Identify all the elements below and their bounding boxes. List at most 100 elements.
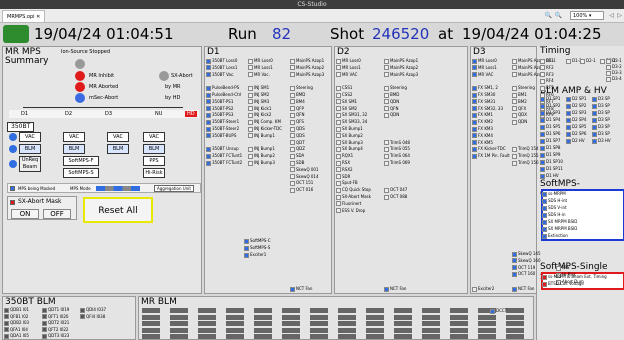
status-item[interactable]: QDN (384, 99, 424, 105)
status-item[interactable]: D1 SP4 (540, 117, 564, 123)
status-item[interactable]: SX SM33, 34 (336, 119, 382, 125)
status-item[interactable]: PulseBend-Ctrl (206, 92, 246, 98)
status-item[interactable]: INJ Bump1 (248, 146, 288, 152)
status-item[interactable]: INJ Bump1 (248, 133, 288, 139)
status-item[interactable]: MainPS Azop1 (512, 58, 542, 64)
status-item[interactable]: INJ Kicker-TDC (248, 126, 288, 132)
status-item[interactable]: QFN (384, 106, 424, 112)
nav-back-icon[interactable]: ◁ (609, 12, 614, 20)
status-item[interactable]: QDI4 I037 (80, 307, 110, 313)
status-item[interactable]: 350BT-Steer1 (206, 119, 246, 125)
status-item[interactable]: MR Loss0 (248, 58, 288, 64)
status-item[interactable]: D1 SP11 (540, 166, 564, 172)
status-item[interactable]: INJ SM1 (248, 85, 288, 91)
status-item[interactable]: BM4 (290, 99, 330, 105)
status-item[interactable]: MainPS Azop3 (290, 72, 330, 78)
status-item[interactable]: SkewQ 160 (512, 258, 542, 264)
nu-blm-block[interactable]: BLM (143, 144, 165, 154)
status-item[interactable]: SDR (336, 174, 382, 180)
status-item[interactable]: QDT2 I021 (42, 320, 72, 326)
status-item[interactable]: TrimS 064 (384, 153, 424, 159)
status-item[interactable]: FX 1M Pin. Fault (472, 153, 512, 159)
status-item[interactable]: Extinction (542, 233, 590, 239)
status-item[interactable]: FX SM1, 2 (472, 85, 512, 91)
status-item[interactable]: SX-Abort Mask (336, 194, 382, 200)
status-item[interactable]: SkewQ 145 (512, 251, 542, 257)
status-item[interactable]: OCT 160 (512, 271, 542, 277)
status-item[interactable]: D3 SP (592, 124, 622, 130)
status-item[interactable]: D1-1 (540, 58, 558, 64)
status-item[interactable]: MainPS Azop2 (512, 65, 542, 71)
status-item[interactable]: MainPS Azop2 (384, 65, 424, 71)
softmps-f-block[interactable]: SoftMPS-F (63, 156, 99, 166)
status-item[interactable]: D2 SP1 (566, 96, 590, 102)
status-item[interactable]: D2 SP5 (566, 124, 590, 130)
status-item[interactable]: BMD (384, 92, 424, 98)
status-item[interactable]: SDA (290, 153, 330, 159)
status-item[interactable]: TrimS 069 (384, 160, 424, 166)
status-item[interactable]: OCT 016 (290, 187, 330, 193)
status-item[interactable]: Exciter1 (244, 252, 282, 258)
status-item[interactable]: BMD (290, 92, 330, 98)
status-item[interactable]: SX SM31, 32 (336, 112, 382, 118)
status-item[interactable]: QDX (512, 112, 542, 118)
status-item[interactable]: D1 SP7 (540, 138, 564, 144)
status-item[interactable]: QDB2 I03 (4, 320, 34, 326)
status-item[interactable]: BM2 (512, 99, 542, 105)
status-item[interactable]: OCT 151 (290, 180, 330, 186)
status-item[interactable]: 350BT Vac. (206, 72, 246, 78)
nav-forward-icon[interactable]: ▷ (617, 12, 622, 20)
status-item[interactable]: MR VAC (336, 72, 382, 78)
status-item[interactable]: 350BT Loss0 (206, 58, 246, 64)
status-item[interactable]: SkewQ 001 (290, 167, 330, 173)
status-item[interactable]: SoftMPS-S (244, 245, 282, 251)
status-item[interactable]: 350BT FCTunt1 (206, 153, 246, 159)
status-item[interactable]: 350BT-PS2 (206, 106, 246, 112)
status-item[interactable]: ESS V. Drop (336, 208, 382, 214)
status-item[interactable]: MainPS Azop2 (290, 65, 330, 71)
status-item[interactable]: D1 SP3 (540, 110, 564, 116)
status-item[interactable]: NCT Fan (512, 286, 542, 292)
status-item[interactable]: D1 SP6 (540, 131, 564, 137)
status-item[interactable]: QDT (290, 140, 330, 146)
status-item[interactable]: SX MRPM BSID (542, 226, 590, 232)
status-item[interactable]: RF3 (540, 72, 564, 78)
status-item[interactable]: D3 HV (592, 138, 622, 144)
status-item[interactable]: 350BT FCTunt2 (206, 160, 246, 166)
status-item[interactable]: QFT1 I020 (42, 314, 72, 320)
status-item[interactable]: INJ Bump3 (248, 160, 288, 166)
status-item[interactable]: MainPS Azop3 (384, 72, 424, 78)
d3-vac-block[interactable]: VAC (107, 132, 129, 142)
status-item[interactable]: OCT 088 (384, 194, 424, 200)
status-item[interactable]: FX Kicker-TDC (472, 146, 512, 152)
status-item[interactable]: QFS (290, 119, 330, 125)
status-item[interactable]: D3 SP (592, 96, 622, 102)
status-item[interactable]: Fluorinert (336, 201, 382, 207)
status-item[interactable]: QFT2 I022 (42, 327, 72, 333)
status-item[interactable]: OCT 119 (512, 265, 542, 271)
status-item[interactable]: D3-4 (606, 76, 624, 82)
status-item[interactable]: FX KM3 (472, 126, 512, 132)
status-item[interactable]: FX KM1 (472, 112, 512, 118)
status-item[interactable]: TrimQ 154 (512, 146, 542, 152)
status-item[interactable]: D2-1 (580, 58, 598, 64)
status-item[interactable]: D1 SP9 (540, 152, 564, 158)
zoom-out-icon[interactable]: 🔍 (545, 12, 552, 20)
status-item[interactable]: 350BT Unsup (206, 146, 246, 152)
reset-all-button[interactable]: Reset All (83, 197, 153, 223)
status-item[interactable]: MainPS Azop3 (512, 72, 542, 78)
status-item[interactable]: CSS1 (336, 85, 382, 91)
status-item[interactable]: MR Loss1 (472, 65, 512, 71)
d1-blm-block[interactable]: BLM (19, 144, 41, 154)
status-item[interactable]: NCT Fan (384, 286, 422, 292)
status-item[interactable]: D3 SP (592, 103, 622, 109)
status-item[interactable]: OCT 047 (384, 187, 424, 193)
status-item[interactable]: D3 SP (592, 131, 622, 137)
status-item[interactable]: DCCT (490, 308, 520, 314)
status-item[interactable]: MainPS Azop1 (384, 58, 424, 64)
d1-vac-block[interactable]: VAC (19, 132, 41, 142)
status-item[interactable]: RSX2 (336, 167, 382, 173)
status-item[interactable]: QDT1 I019 (42, 307, 72, 313)
status-item[interactable]: PPS (556, 265, 580, 271)
status-item[interactable]: SX MRPM BSID (542, 219, 590, 225)
